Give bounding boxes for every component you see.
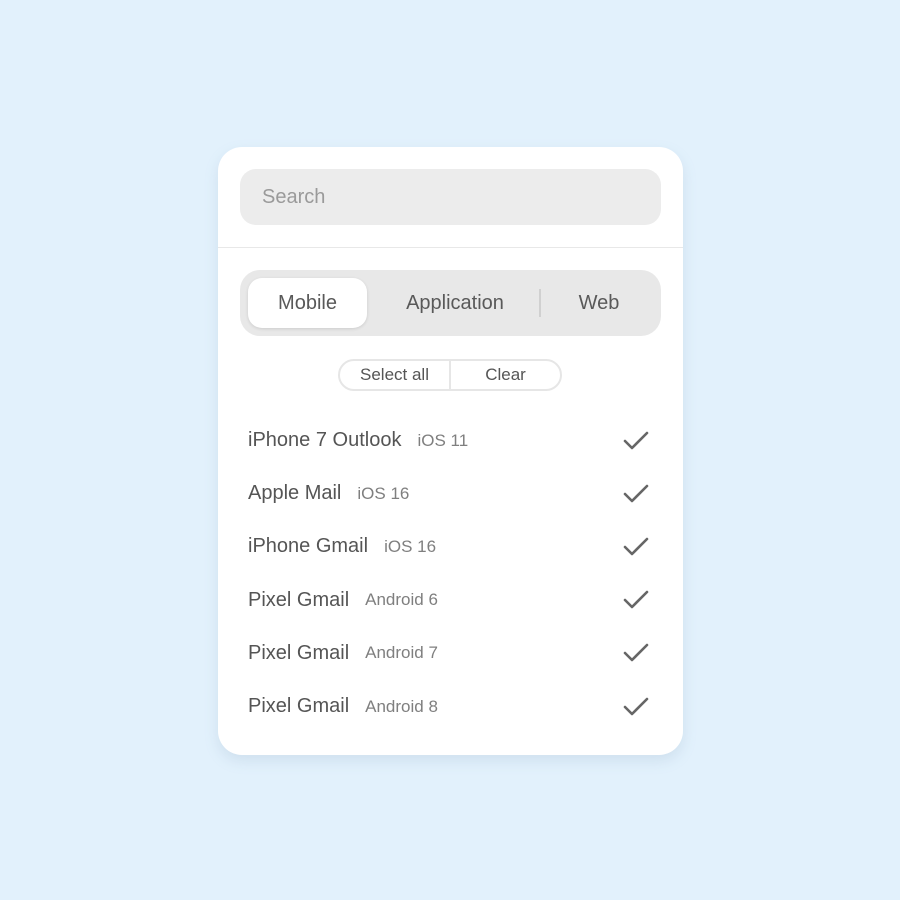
client-row-iphone-7-outlook[interactable]: iPhone 7 Outlook iOS 11 xyxy=(248,414,653,467)
client-picker-panel: Mobile Application Web Select all Clear … xyxy=(218,147,683,755)
client-os: iOS 11 xyxy=(417,430,469,450)
platform-tabs: Mobile Application Web xyxy=(240,270,661,336)
client-name: Pixel Gmail xyxy=(248,695,350,718)
client-os: iOS 16 xyxy=(384,536,437,556)
client-row-iphone-gmail[interactable]: iPhone Gmail iOS 16 xyxy=(248,520,653,573)
header-divider xyxy=(218,247,683,248)
client-os: Android 6 xyxy=(365,590,438,610)
tab-application[interactable]: Application xyxy=(377,278,533,328)
client-list: iPhone 7 Outlook iOS 11 Apple Mail iOS 1… xyxy=(248,414,653,733)
checkmark-icon xyxy=(623,644,649,662)
tab-separator xyxy=(539,289,541,317)
client-name: Pixel Gmail xyxy=(248,588,350,611)
select-all-button[interactable]: Select all xyxy=(340,361,451,389)
checkmark-icon xyxy=(623,537,649,556)
tab-web[interactable]: Web xyxy=(545,278,653,328)
client-os: iOS 16 xyxy=(357,483,410,503)
client-row-pixel-gmail-android-7[interactable]: Pixel Gmail Android 7 xyxy=(248,627,653,680)
client-row-pixel-gmail-android-8[interactable]: Pixel Gmail Android 8 xyxy=(248,680,653,733)
checkmark-icon xyxy=(623,484,649,503)
checkmark-icon xyxy=(623,590,649,609)
search-input[interactable] xyxy=(240,169,661,225)
clear-button[interactable]: Clear xyxy=(451,361,560,389)
client-row-pixel-gmail-android-6[interactable]: Pixel Gmail Android 6 xyxy=(248,574,653,627)
checkmark-icon xyxy=(623,697,649,715)
client-os: Android 8 xyxy=(365,696,438,716)
client-name: iPhone Gmail xyxy=(248,535,369,558)
checkmark-icon xyxy=(623,431,649,449)
tab-mobile[interactable]: Mobile xyxy=(248,278,367,328)
client-name: Pixel Gmail xyxy=(248,641,350,664)
bulk-actions: Select all Clear xyxy=(338,359,562,391)
search-container xyxy=(240,169,661,225)
client-name: iPhone 7 Outlook xyxy=(248,429,402,452)
client-row-apple-mail[interactable]: Apple Mail iOS 16 xyxy=(248,467,653,520)
client-name: Apple Mail xyxy=(248,482,342,505)
client-os: Android 7 xyxy=(365,643,438,663)
